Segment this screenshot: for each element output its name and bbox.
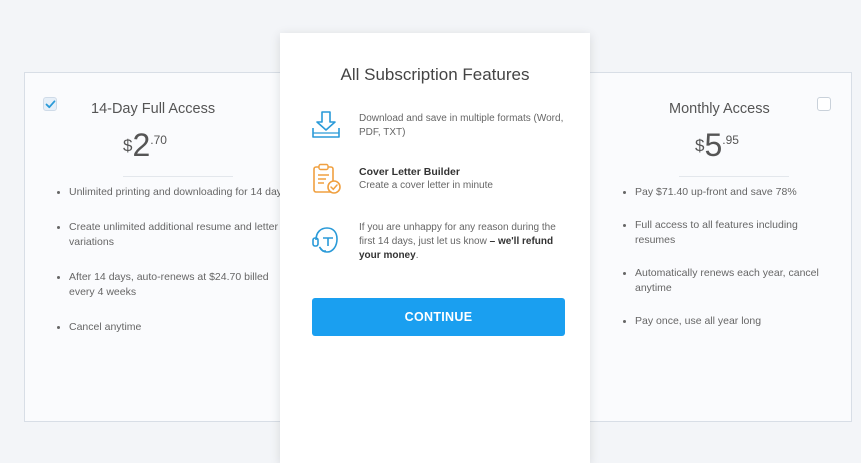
plan-price: $5.95 (695, 129, 739, 161)
price-currency: $ (695, 136, 705, 155)
list-item: Unlimited printing and downloading for 1… (55, 185, 295, 200)
feature-cover-letter-text: Cover Letter Builder Create a cover lett… (359, 165, 574, 193)
list-item: Automatically renews each year, cancel a… (621, 266, 831, 296)
list-item: Cancel anytime (55, 320, 295, 335)
divider (679, 176, 789, 177)
plan-feature-list: Unlimited printing and downloading for 1… (55, 185, 295, 355)
feature-refund-end: . (415, 250, 419, 261)
list-item: Pay once, use all year long (621, 314, 831, 329)
price-whole: 5 (704, 127, 723, 163)
plan-feature-list: Pay $71.40 up-front and save 78% Full ac… (621, 185, 831, 347)
list-item: After 14 days, auto-renews at $24.70 bil… (55, 270, 295, 300)
feature-download-text: Download and save in multiple formats (W… (359, 113, 564, 138)
price-cents: .95 (722, 133, 739, 147)
feature-download: Download and save in multiple formats (W… (310, 109, 570, 143)
plan-price: $2.70 (123, 129, 167, 161)
plan-title: 14-Day Full Access (91, 101, 216, 117)
feature-cover-letter-desc: Create a cover letter in minute (359, 180, 493, 191)
feature-cover-letter-heading: Cover Letter Builder (359, 166, 460, 178)
checkmark-icon (45, 100, 56, 109)
feature-refund-text: If you are unhappy for any reason during… (359, 221, 574, 263)
support-agent-icon (310, 225, 342, 257)
plan-checkbox-14-day[interactable] (43, 97, 57, 111)
modal-title: All Subscription Features (340, 65, 530, 84)
price-cents: .70 (150, 133, 167, 147)
feature-cover-letter: Cover Letter Builder Create a cover lett… (310, 163, 570, 197)
list-item: Full access to all features including re… (621, 218, 831, 248)
plan-card-monthly[interactable]: Monthly Access $5.95 Pay $71.40 up-front… (546, 72, 852, 422)
download-tray-icon (310, 109, 342, 141)
divider (123, 176, 233, 177)
price-currency: $ (123, 136, 133, 155)
continue-button[interactable]: CONTINUE (312, 298, 565, 336)
clipboard-check-icon (310, 163, 342, 195)
plan-title: Monthly Access (669, 101, 770, 117)
list-item: Create unlimited additional resume and l… (55, 220, 295, 250)
feature-refund: If you are unhappy for any reason during… (310, 221, 570, 269)
plan-checkbox-monthly[interactable] (817, 97, 831, 111)
feature-refund-dash: – (486, 236, 498, 247)
list-item: Pay $71.40 up-front and save 78% (621, 185, 831, 200)
price-whole: 2 (132, 127, 151, 163)
subscription-features-modal: All Subscription Features Download and s… (280, 33, 590, 463)
